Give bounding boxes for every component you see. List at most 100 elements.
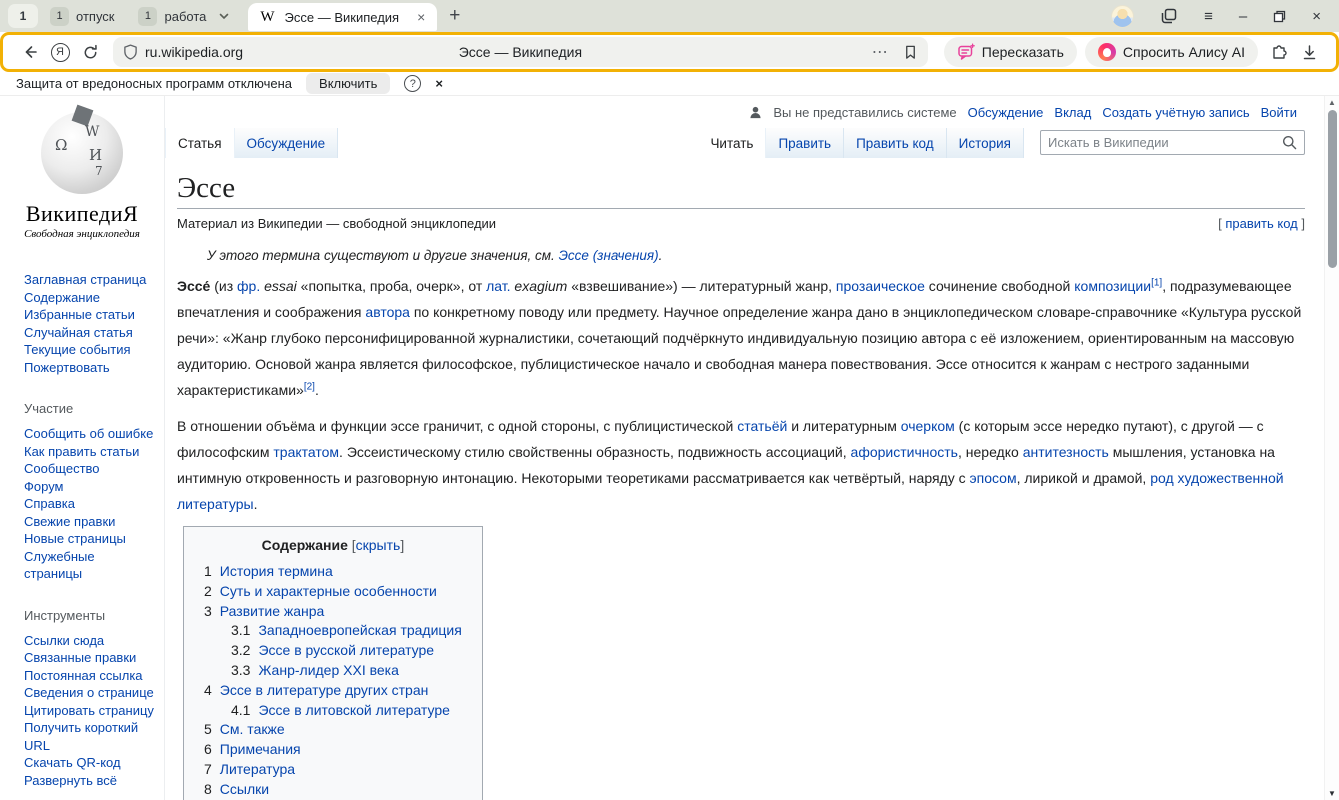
personal-link-login[interactable]: Войти [1261,105,1297,120]
sidebar-link[interactable]: Постоянная ссылка [24,667,154,685]
tab-article[interactable]: Статья [165,128,235,158]
toc-link[interactable]: История термина [220,563,333,579]
wiki-search-box[interactable] [1040,130,1305,155]
wiki-link[interactable]: антитезность [1023,444,1109,460]
sidebar-link[interactable]: Случайная статья [24,324,154,342]
toc-link[interactable]: Суть и характерные особенности [220,583,437,599]
sidebar-link[interactable]: Служебные страницы [24,548,154,583]
sidebar-link[interactable]: Получить короткий URL [24,719,154,754]
sidebar-link[interactable]: Заглавная страница [24,271,154,289]
tab-edit[interactable]: Править [766,128,844,158]
toc-link[interactable]: Литература [220,761,295,777]
wiki-link[interactable]: афористичность [851,444,958,460]
restore-icon[interactable] [1273,10,1286,23]
wiki-link[interactable]: прозаическое [836,278,925,294]
summarize-button[interactable]: Пересказать [944,37,1077,67]
wiki-link[interactable]: статьёй [737,418,787,434]
close-icon[interactable]: × [1312,9,1321,24]
edit-source-top-link[interactable]: [ править код ] [1218,216,1305,231]
search-input[interactable] [1048,135,1282,150]
help-icon[interactable]: ? [404,75,421,92]
wiki-link[interactable]: править код [1225,216,1297,231]
sidebar-link[interactable]: Цитировать страницу [24,702,154,720]
personal-tools: Вы не представились системе Обсуждение В… [749,105,1297,120]
new-tab-button[interactable]: + [449,5,460,27]
reload-icon[interactable] [75,37,105,67]
minimize-icon[interactable]: – [1239,9,1247,24]
toc-link[interactable]: Западноевропейская традиция [258,622,461,638]
reference-link[interactable]: [2] [304,381,315,392]
site-security-shield-icon[interactable] [123,44,138,60]
scrollbar-up-icon[interactable]: ▲ [1325,98,1339,107]
reference-link[interactable]: [1] [1151,277,1162,288]
extensions-puzzle-icon[interactable] [1264,37,1294,67]
toc-link[interactable]: Эссе в литовской литературе [258,702,449,718]
tab-group-rabota[interactable]: 1 работа [126,0,218,32]
more-icon[interactable]: ⋯ [872,42,889,62]
sidebar-link[interactable]: Развернуть всё [24,772,154,790]
search-icon[interactable] [1282,135,1297,150]
infobar-close-icon[interactable]: × [435,76,443,91]
enable-protection-button[interactable]: Включить [306,73,390,94]
toc-link[interactable]: Эссе в литературе других стран [220,682,429,698]
sidebar-link[interactable]: Сообщество [24,460,154,478]
tab-panels-icon[interactable] [1160,7,1178,25]
tab-edit-source[interactable]: Править код [844,128,947,158]
address-bar[interactable]: ru.wikipedia.org Эссе — Википедия ⋯ [113,37,928,67]
menu-icon[interactable]: ≡ [1204,9,1213,24]
sidebar-link[interactable]: Ссылки сюда [24,632,154,650]
scrollbar-down-icon[interactable]: ▼ [1325,789,1339,798]
pinned-tab[interactable]: 1 [8,4,38,28]
sidebar-link[interactable]: Скачать QR-код [24,754,154,772]
active-browser-tab[interactable]: W Эссе — Википедия × [248,3,437,31]
personal-link-contribs[interactable]: Вклад [1054,105,1091,120]
wiki-link[interactable]: эпосом [969,470,1016,486]
wiki-link[interactable]: композиции [1074,278,1151,294]
tab-close-icon[interactable]: × [417,9,425,25]
toc-link[interactable]: Развитие жанра [220,603,325,619]
tab-history[interactable]: История [947,128,1024,158]
personal-link-create-account[interactable]: Создать учётную запись [1102,105,1249,120]
wiki-link[interactable]: лат. [486,278,510,294]
sidebar-link[interactable]: Форум [24,478,154,496]
tab-group-otpusk[interactable]: 1 отпуск [38,0,126,32]
sidebar-link[interactable]: Связанные правки [24,649,154,667]
sidebar-link[interactable]: Сообщить об ошибке [24,425,154,443]
toc-item: 8Ссылки [204,780,462,800]
toc-link[interactable]: Эссе в русской литературе [258,642,434,658]
personal-link-talk[interactable]: Обсуждение [968,105,1044,120]
scrollbar-thumb[interactable] [1328,110,1337,268]
wiki-link[interactable]: скрыть [356,537,401,553]
wiki-link[interactable]: автора [365,304,410,320]
chevron-down-icon[interactable] [218,10,230,22]
wiki-link[interactable]: Эссе (значения) [559,248,659,263]
sidebar-link[interactable]: Как править статьи [24,443,154,461]
sidebar-link[interactable]: Справка [24,495,154,513]
toc-link[interactable]: Ссылки [220,781,269,797]
wiki-link[interactable]: трактатом [273,444,339,460]
sidebar-link[interactable]: Текущие события [24,341,154,359]
wiki-link[interactable]: очерком [901,418,955,434]
back-icon[interactable] [15,37,45,67]
wikipedia-wordmark[interactable]: ВикипедиЯ [0,201,164,227]
toc-hide-link[interactable]: [скрыть] [348,537,404,553]
yandex-icon[interactable]: Я [45,37,75,67]
sidebar-link[interactable]: Сведения о странице [24,684,154,702]
profile-avatar[interactable] [1111,5,1134,28]
sidebar-link[interactable]: Новые страницы [24,530,154,548]
ask-alice-button[interactable]: Спросить Алису AI [1085,37,1258,67]
sidebar-link[interactable]: Избранные статьи [24,306,154,324]
wiki-link[interactable]: фр. [237,278,260,294]
downloads-icon[interactable] [1294,37,1324,67]
toc-link[interactable]: Примечания [220,741,301,757]
page-scrollbar[interactable]: ▲ ▼ [1324,96,1339,800]
bookmark-icon[interactable] [903,44,918,60]
toc-link[interactable]: Жанр-лидер XXI века [258,662,398,678]
tab-read[interactable]: Читать [698,128,766,158]
sidebar-link[interactable]: Свежие правки [24,513,154,531]
tab-discussion[interactable]: Обсуждение [235,128,339,158]
sidebar-link[interactable]: Пожертвовать [24,359,154,377]
toc-link[interactable]: См. также [220,721,285,737]
sidebar-link[interactable]: Содержание [24,289,154,307]
wikipedia-globe-logo[interactable]: Ω W И 7 [41,112,123,194]
